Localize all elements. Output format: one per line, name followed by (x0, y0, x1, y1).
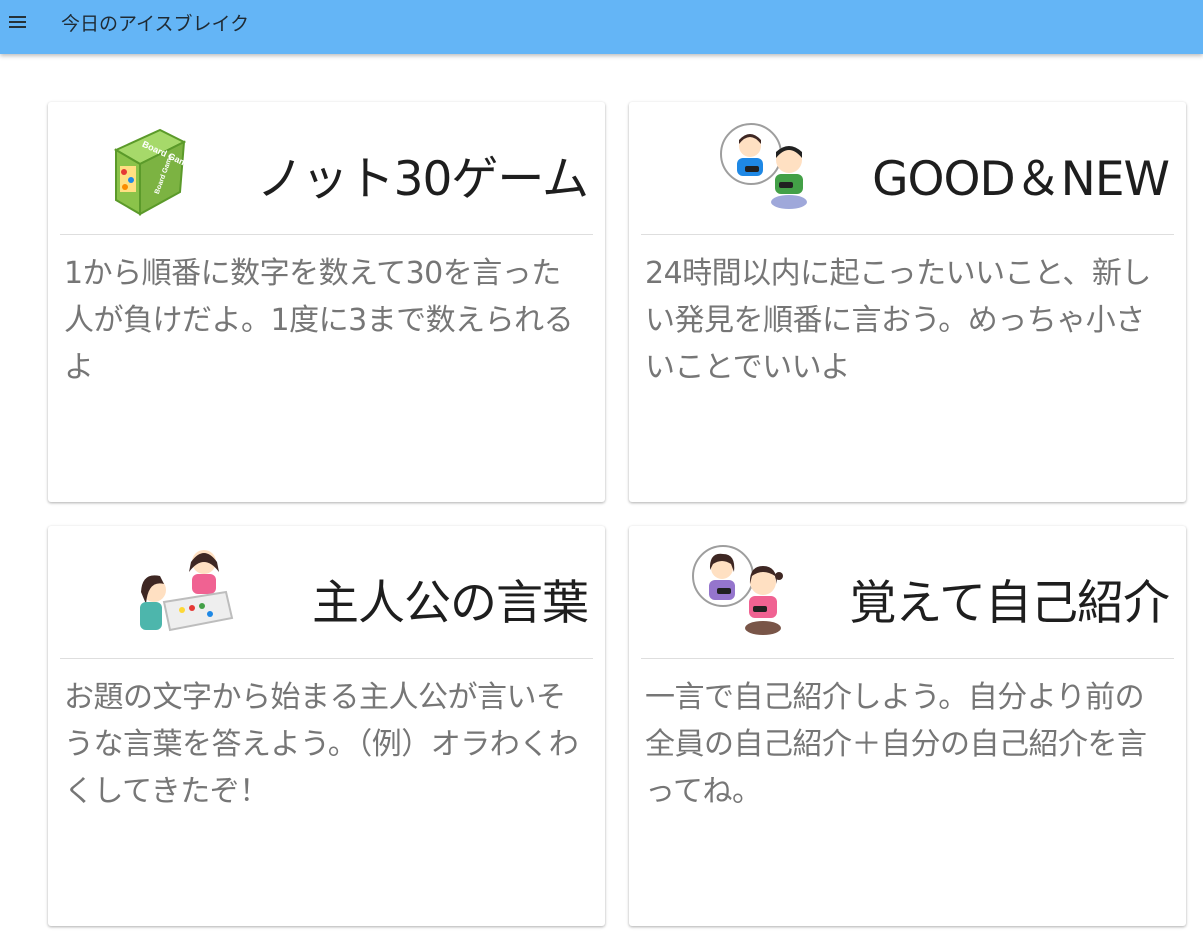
card-description: 1から順番に数字を数えて30を言った人が負けだよ。1度に3まで数えられるよ (64, 256, 574, 385)
card-divider (60, 658, 593, 659)
card-title: 主人公の言葉 (312, 576, 589, 631)
card-header: GOOD＆NEW (629, 102, 1186, 234)
card-header: 覚えて自己紹介 (629, 526, 1186, 658)
two-girls-board-game-icon (134, 544, 234, 636)
card-divider (641, 234, 1174, 235)
card-title: GOOD＆NEW (872, 152, 1170, 207)
card-header: Board Game Board Game ノット30ゲーム (48, 102, 605, 234)
card-remember-self-introduction[interactable]: 覚えて自己紹介 一言で自己紹介しよう。自分より前の全員の自己紹介＋自分の自己紹介… (629, 526, 1186, 926)
card-not30-game[interactable]: Board Game Board Game ノット30ゲーム 1から順番に数字を… (48, 102, 605, 502)
card-title: ノット30ゲーム (256, 152, 589, 207)
card-divider (641, 658, 1174, 659)
card-protagonist-words[interactable]: 主人公の言葉 お題の文字から始まる主人公が言いそうな言葉を答えよう。（例）オラわ… (48, 526, 605, 926)
card-description: 一言で自己紹介しよう。自分より前の全員の自己紹介＋自分の自己紹介を言ってね。 (645, 680, 1147, 809)
card-title: 覚えて自己紹介 (849, 576, 1170, 631)
card-description: 24時間以内に起こったいいこと、新しい発見を順番に言おう。めっちゃ小さいことでい… (645, 256, 1151, 385)
card-description: お題の文字から始まる主人公が言いそうな言葉を答えよう。（例）オラわくわくしてきた… (64, 680, 579, 809)
card-good-and-new[interactable]: GOOD＆NEW 24時間以内に起こったいいこと、新しい発見を順番に言おう。めっ… (629, 102, 1186, 502)
card-divider (60, 234, 593, 235)
hamburger-menu-icon[interactable] (4, 9, 30, 35)
app-bar: 今日のアイスブレイク (0, 0, 1203, 54)
two-girls-introduction-icon (691, 544, 791, 640)
two-kids-playing-game-icon (719, 122, 819, 214)
app-title: 今日のアイスブレイク (61, 13, 250, 35)
board-game-box-icon: Board Game Board Game (106, 120, 186, 216)
card-header: 主人公の言葉 (48, 526, 605, 658)
